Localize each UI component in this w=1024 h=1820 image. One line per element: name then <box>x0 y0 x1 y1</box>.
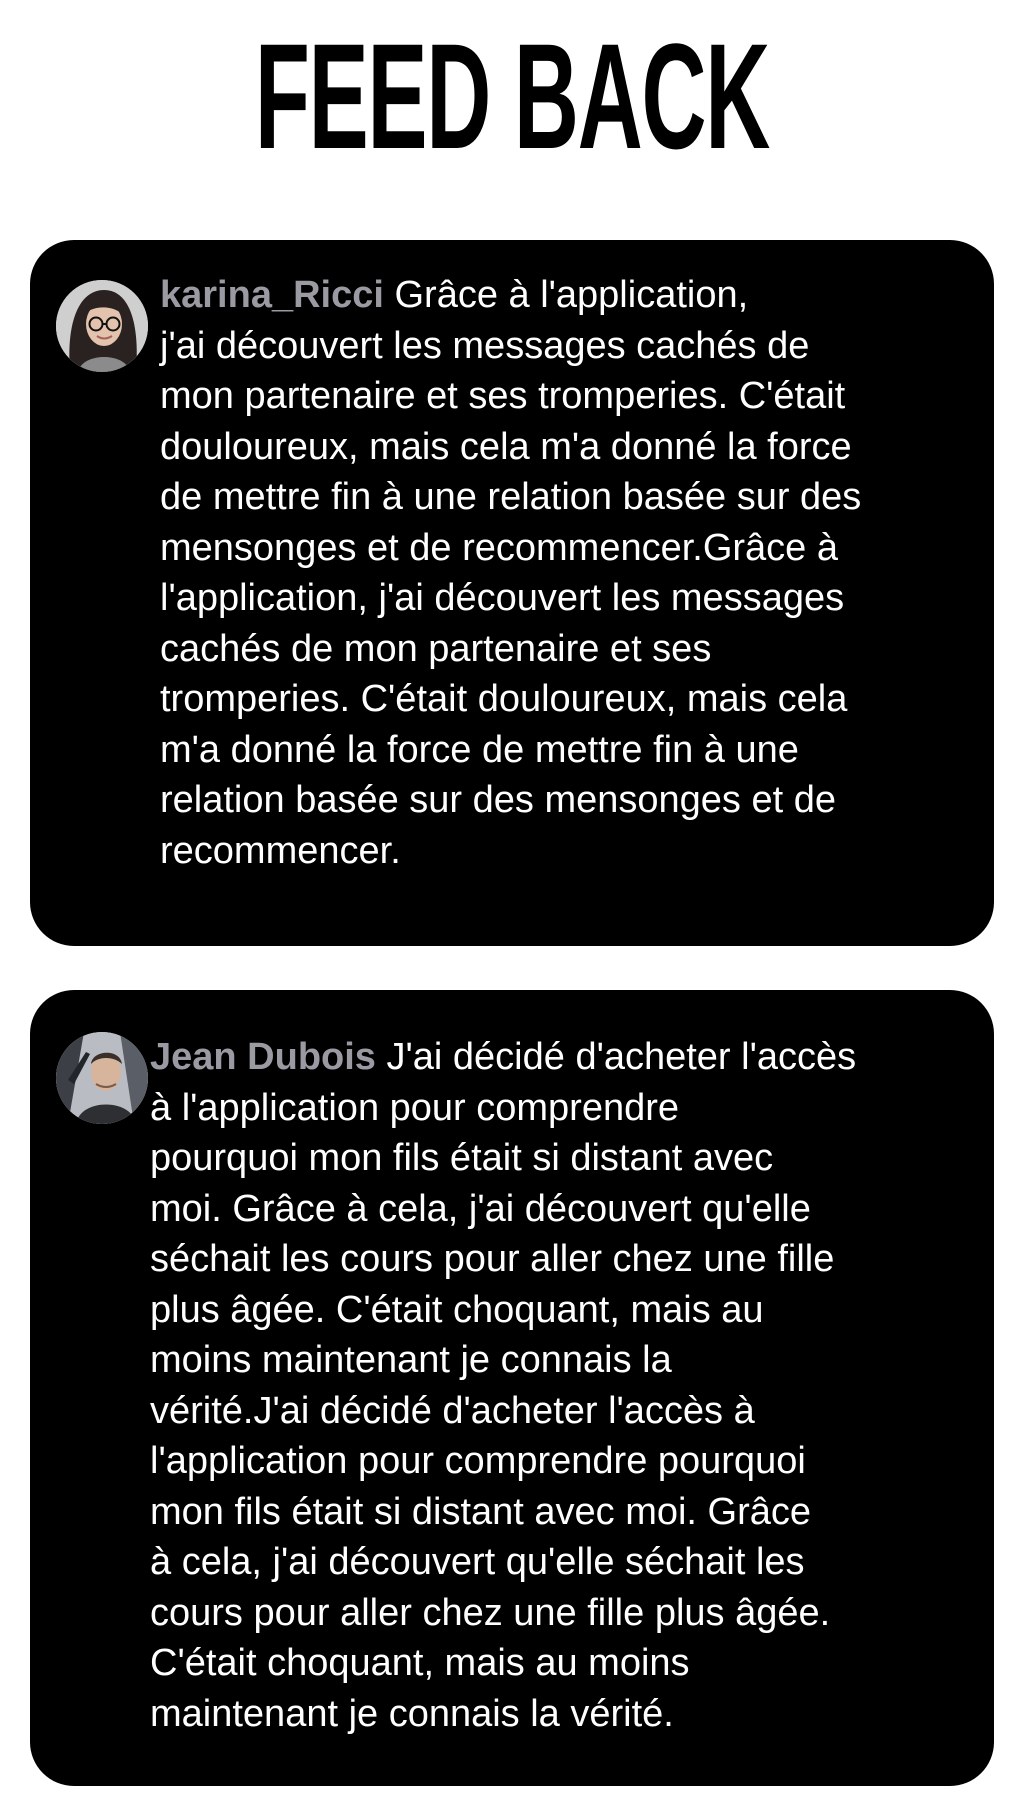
review-text: karina_Ricci Grâce à l'application, j'ai… <box>160 270 980 876</box>
man-in-car-avatar-icon <box>56 1032 148 1124</box>
review-card: karina_Ricci Grâce à l'application, j'ai… <box>30 240 994 946</box>
review-text: Jean Dubois J'ai décidé d'acheter l'accè… <box>150 1032 980 1739</box>
review-body: Grâce à l'application, j'ai découvert le… <box>160 274 862 872</box>
user-avatar-icon[interactable] <box>56 280 148 372</box>
review-card: Jean Dubois J'ai décidé d'acheter l'accè… <box>30 990 994 1786</box>
page-title: FEED BACK <box>254 12 770 180</box>
user-avatar-icon[interactable] <box>56 1032 148 1124</box>
review-username[interactable]: Jean Dubois <box>150 1036 376 1078</box>
review-body: J'ai décidé d'acheter l'accès à l'applic… <box>150 1036 857 1735</box>
review-username[interactable]: karina_Ricci <box>160 274 384 316</box>
woman-with-glasses-avatar-icon <box>56 280 148 372</box>
